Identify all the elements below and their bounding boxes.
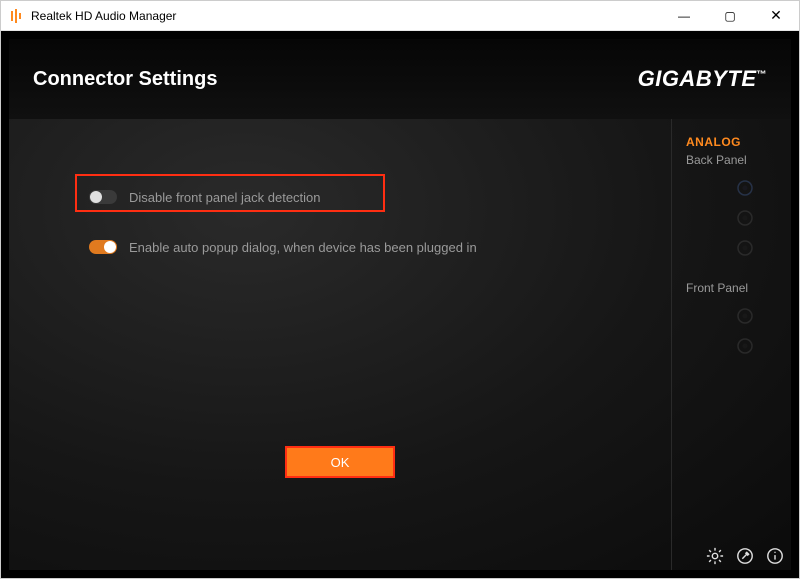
setting-label: Enable auto popup dialog, when device ha… [129, 240, 477, 255]
app-icon [9, 8, 25, 24]
settings-list: Disable front panel jack detection Enabl… [9, 179, 671, 265]
toggle-knob [90, 191, 102, 203]
gear-icon[interactable] [705, 546, 725, 566]
app-window: Realtek HD Audio Manager — ▢ ✕ Connector… [0, 0, 800, 579]
jack-icon[interactable] [736, 209, 754, 227]
toggle-knob [104, 241, 116, 253]
window-title: Realtek HD Audio Manager [31, 9, 176, 23]
back-panel-label: Back Panel [686, 153, 791, 167]
brand-logo: GIGABYTE™ [638, 66, 767, 92]
setting-auto-popup: Enable auto popup dialog, when device ha… [89, 229, 671, 265]
toggle-auto-popup[interactable] [89, 240, 117, 254]
toggle-disable-front-jack[interactable] [89, 190, 117, 204]
page-title: Connector Settings [33, 68, 217, 91]
brand-text: GIGABYTE [638, 66, 757, 91]
main-panel: Disable front panel jack detection Enabl… [9, 119, 671, 570]
setting-disable-front-jack: Disable front panel jack detection [89, 179, 671, 215]
jack-icon[interactable] [736, 239, 754, 257]
maximize-icon: ▢ [724, 9, 735, 23]
jack-icon[interactable] [736, 179, 754, 197]
minimize-icon: — [678, 9, 690, 23]
header: Connector Settings GIGABYTE™ [9, 39, 791, 119]
ok-button[interactable]: OK [285, 446, 395, 478]
close-button[interactable]: ✕ [753, 1, 799, 30]
jack-icon[interactable] [736, 307, 754, 325]
setting-label: Disable front panel jack detection [129, 190, 321, 205]
front-panel-label: Front Panel [686, 281, 791, 295]
tool-icon[interactable] [735, 546, 755, 566]
sidebar-heading: ANALOG [686, 135, 791, 149]
minimize-button[interactable]: — [661, 1, 707, 30]
footer-icons [705, 546, 785, 566]
info-icon[interactable] [765, 546, 785, 566]
sidebar: ANALOG Back Panel Front Panel [671, 119, 791, 570]
client-area: Connector Settings GIGABYTE™ Disable fro… [1, 31, 799, 578]
ok-button-container: OK [9, 446, 671, 478]
titlebar[interactable]: Realtek HD Audio Manager — ▢ ✕ [1, 1, 799, 31]
window-controls: — ▢ ✕ [661, 1, 799, 30]
brand-tm: ™ [757, 70, 768, 81]
body: Disable front panel jack detection Enabl… [9, 119, 791, 570]
jack-icon[interactable] [736, 337, 754, 355]
close-icon: ✕ [770, 7, 782, 24]
ok-button-label: OK [331, 455, 350, 470]
maximize-button[interactable]: ▢ [707, 1, 753, 30]
